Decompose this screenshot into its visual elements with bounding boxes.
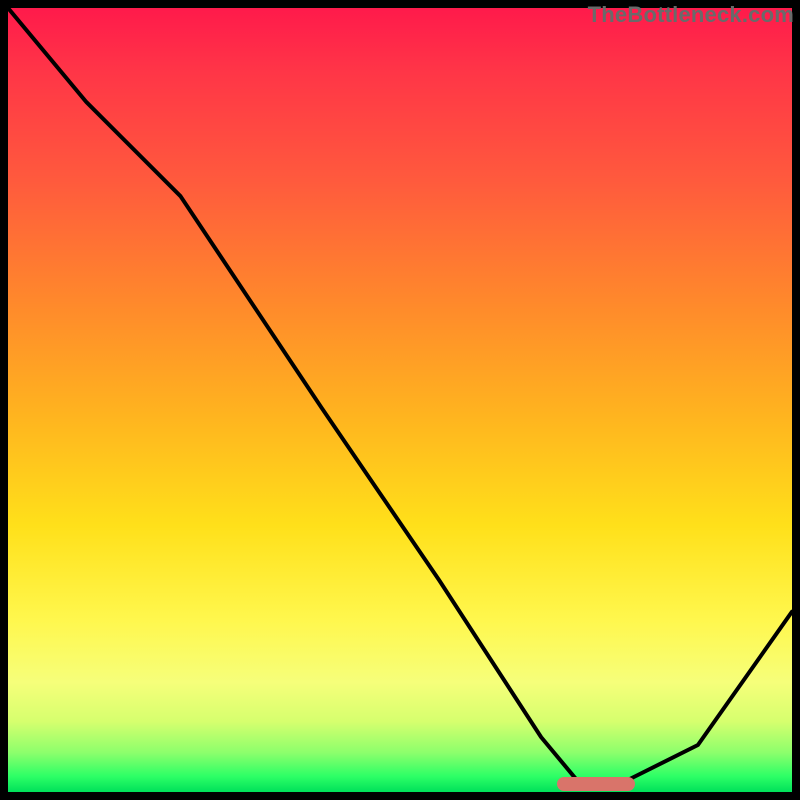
optimal-range-marker [557,777,635,791]
plot-frame [0,0,800,800]
chart-container: TheBottleneck.com [0,0,800,800]
bottleneck-curve [8,8,792,792]
watermark-text: TheBottleneck.com [588,2,794,28]
